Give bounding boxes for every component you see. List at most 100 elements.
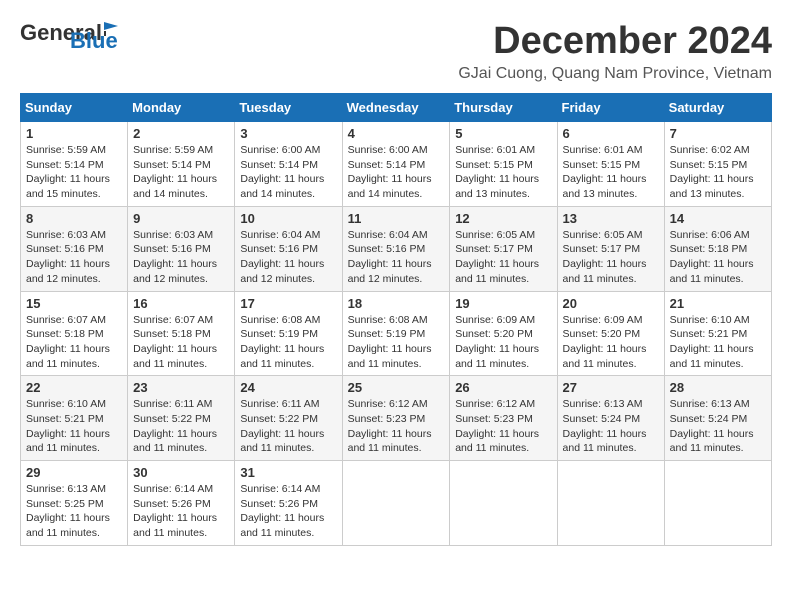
calendar-cell: 25 Sunrise: 6:12 AM Sunset: 5:23 PM Dayl…: [342, 376, 450, 461]
day-number: 29: [26, 465, 122, 480]
calendar-cell: 26 Sunrise: 6:12 AM Sunset: 5:23 PM Dayl…: [450, 376, 557, 461]
calendar-cell: 14 Sunrise: 6:06 AM Sunset: 5:18 PM Dayl…: [664, 206, 771, 291]
day-info: Sunrise: 6:13 AM Sunset: 5:24 PM Dayligh…: [670, 397, 766, 456]
calendar-week-row-2: 8 Sunrise: 6:03 AM Sunset: 5:16 PM Dayli…: [21, 206, 772, 291]
calendar-header-friday: Friday: [557, 94, 664, 122]
day-number: 8: [26, 211, 122, 226]
day-number: 15: [26, 296, 122, 311]
day-info: Sunrise: 6:07 AM Sunset: 5:18 PM Dayligh…: [133, 313, 229, 372]
day-number: 5: [455, 126, 551, 141]
month-title: December 2024: [458, 20, 772, 63]
day-number: 18: [348, 296, 445, 311]
calendar-header-saturday: Saturday: [664, 94, 771, 122]
calendar-cell: 28 Sunrise: 6:13 AM Sunset: 5:24 PM Dayl…: [664, 376, 771, 461]
day-number: 30: [133, 465, 229, 480]
calendar-cell: 16 Sunrise: 6:07 AM Sunset: 5:18 PM Dayl…: [128, 291, 235, 376]
day-info: Sunrise: 6:00 AM Sunset: 5:14 PM Dayligh…: [240, 143, 336, 202]
day-number: 7: [670, 126, 766, 141]
day-number: 22: [26, 380, 122, 395]
day-number: 17: [240, 296, 336, 311]
day-info: Sunrise: 5:59 AM Sunset: 5:14 PM Dayligh…: [133, 143, 229, 202]
day-number: 20: [563, 296, 659, 311]
calendar-cell: 24 Sunrise: 6:11 AM Sunset: 5:22 PM Dayl…: [235, 376, 342, 461]
day-number: 11: [348, 211, 445, 226]
calendar-cell: 21 Sunrise: 6:10 AM Sunset: 5:21 PM Dayl…: [664, 291, 771, 376]
page-header: General Blue December 2024 GJai Cuong, Q…: [20, 20, 772, 83]
day-info: Sunrise: 6:00 AM Sunset: 5:14 PM Dayligh…: [348, 143, 445, 202]
calendar-cell: 4 Sunrise: 6:00 AM Sunset: 5:14 PM Dayli…: [342, 122, 450, 207]
calendar-header-row: SundayMondayTuesdayWednesdayThursdayFrid…: [21, 94, 772, 122]
calendar-header-sunday: Sunday: [21, 94, 128, 122]
day-number: 27: [563, 380, 659, 395]
calendar-cell: [664, 461, 771, 546]
day-info: Sunrise: 6:07 AM Sunset: 5:18 PM Dayligh…: [26, 313, 122, 372]
day-number: 19: [455, 296, 551, 311]
calendar-week-row-5: 29 Sunrise: 6:13 AM Sunset: 5:25 PM Dayl…: [21, 461, 772, 546]
calendar-cell: 31 Sunrise: 6:14 AM Sunset: 5:26 PM Dayl…: [235, 461, 342, 546]
calendar-cell: 23 Sunrise: 6:11 AM Sunset: 5:22 PM Dayl…: [128, 376, 235, 461]
day-info: Sunrise: 6:02 AM Sunset: 5:15 PM Dayligh…: [670, 143, 766, 202]
day-number: 10: [240, 211, 336, 226]
calendar-week-row-4: 22 Sunrise: 6:10 AM Sunset: 5:21 PM Dayl…: [21, 376, 772, 461]
calendar-cell: 1 Sunrise: 5:59 AM Sunset: 5:14 PM Dayli…: [21, 122, 128, 207]
calendar-cell: 10 Sunrise: 6:04 AM Sunset: 5:16 PM Dayl…: [235, 206, 342, 291]
calendar-cell: 8 Sunrise: 6:03 AM Sunset: 5:16 PM Dayli…: [21, 206, 128, 291]
calendar-cell: 12 Sunrise: 6:05 AM Sunset: 5:17 PM Dayl…: [450, 206, 557, 291]
day-info: Sunrise: 6:14 AM Sunset: 5:26 PM Dayligh…: [240, 482, 336, 541]
day-number: 16: [133, 296, 229, 311]
day-info: Sunrise: 6:05 AM Sunset: 5:17 PM Dayligh…: [455, 228, 551, 287]
calendar-cell: 6 Sunrise: 6:01 AM Sunset: 5:15 PM Dayli…: [557, 122, 664, 207]
day-info: Sunrise: 6:08 AM Sunset: 5:19 PM Dayligh…: [240, 313, 336, 372]
day-number: 23: [133, 380, 229, 395]
day-info: Sunrise: 6:03 AM Sunset: 5:16 PM Dayligh…: [133, 228, 229, 287]
day-info: Sunrise: 6:13 AM Sunset: 5:24 PM Dayligh…: [563, 397, 659, 456]
logo-blue-text: Blue: [70, 28, 118, 54]
calendar-cell: 30 Sunrise: 6:14 AM Sunset: 5:26 PM Dayl…: [128, 461, 235, 546]
day-number: 13: [563, 211, 659, 226]
calendar-cell: 29 Sunrise: 6:13 AM Sunset: 5:25 PM Dayl…: [21, 461, 128, 546]
calendar-cell: [342, 461, 450, 546]
day-info: Sunrise: 6:13 AM Sunset: 5:25 PM Dayligh…: [26, 482, 122, 541]
day-info: Sunrise: 6:01 AM Sunset: 5:15 PM Dayligh…: [455, 143, 551, 202]
day-info: Sunrise: 5:59 AM Sunset: 5:14 PM Dayligh…: [26, 143, 122, 202]
day-info: Sunrise: 6:04 AM Sunset: 5:16 PM Dayligh…: [348, 228, 445, 287]
calendar-week-row-3: 15 Sunrise: 6:07 AM Sunset: 5:18 PM Dayl…: [21, 291, 772, 376]
day-number: 28: [670, 380, 766, 395]
calendar-cell: 9 Sunrise: 6:03 AM Sunset: 5:16 PM Dayli…: [128, 206, 235, 291]
day-info: Sunrise: 6:04 AM Sunset: 5:16 PM Dayligh…: [240, 228, 336, 287]
day-number: 2: [133, 126, 229, 141]
day-info: Sunrise: 6:12 AM Sunset: 5:23 PM Dayligh…: [348, 397, 445, 456]
calendar-week-row-1: 1 Sunrise: 5:59 AM Sunset: 5:14 PM Dayli…: [21, 122, 772, 207]
day-number: 6: [563, 126, 659, 141]
logo: General Blue: [20, 20, 118, 54]
day-number: 21: [670, 296, 766, 311]
day-number: 3: [240, 126, 336, 141]
day-info: Sunrise: 6:10 AM Sunset: 5:21 PM Dayligh…: [670, 313, 766, 372]
day-info: Sunrise: 6:09 AM Sunset: 5:20 PM Dayligh…: [455, 313, 551, 372]
day-number: 26: [455, 380, 551, 395]
location-subtitle: GJai Cuong, Quang Nam Province, Vietnam: [458, 65, 772, 83]
calendar-cell: 18 Sunrise: 6:08 AM Sunset: 5:19 PM Dayl…: [342, 291, 450, 376]
day-info: Sunrise: 6:14 AM Sunset: 5:26 PM Dayligh…: [133, 482, 229, 541]
day-info: Sunrise: 6:06 AM Sunset: 5:18 PM Dayligh…: [670, 228, 766, 287]
calendar-header-tuesday: Tuesday: [235, 94, 342, 122]
day-number: 1: [26, 126, 122, 141]
calendar-table: SundayMondayTuesdayWednesdayThursdayFrid…: [20, 93, 772, 546]
calendar-body: 1 Sunrise: 5:59 AM Sunset: 5:14 PM Dayli…: [21, 122, 772, 546]
day-number: 4: [348, 126, 445, 141]
calendar-cell: 3 Sunrise: 6:00 AM Sunset: 5:14 PM Dayli…: [235, 122, 342, 207]
day-number: 12: [455, 211, 551, 226]
calendar-cell: 19 Sunrise: 6:09 AM Sunset: 5:20 PM Dayl…: [450, 291, 557, 376]
day-info: Sunrise: 6:11 AM Sunset: 5:22 PM Dayligh…: [240, 397, 336, 456]
calendar-cell: 20 Sunrise: 6:09 AM Sunset: 5:20 PM Dayl…: [557, 291, 664, 376]
calendar-cell: 2 Sunrise: 5:59 AM Sunset: 5:14 PM Dayli…: [128, 122, 235, 207]
calendar-cell: 13 Sunrise: 6:05 AM Sunset: 5:17 PM Dayl…: [557, 206, 664, 291]
calendar-header-monday: Monday: [128, 94, 235, 122]
calendar-cell: 27 Sunrise: 6:13 AM Sunset: 5:24 PM Dayl…: [557, 376, 664, 461]
calendar-cell: [557, 461, 664, 546]
calendar-cell: 15 Sunrise: 6:07 AM Sunset: 5:18 PM Dayl…: [21, 291, 128, 376]
day-number: 9: [133, 211, 229, 226]
calendar-header-wednesday: Wednesday: [342, 94, 450, 122]
day-number: 31: [240, 465, 336, 480]
calendar-cell: 5 Sunrise: 6:01 AM Sunset: 5:15 PM Dayli…: [450, 122, 557, 207]
